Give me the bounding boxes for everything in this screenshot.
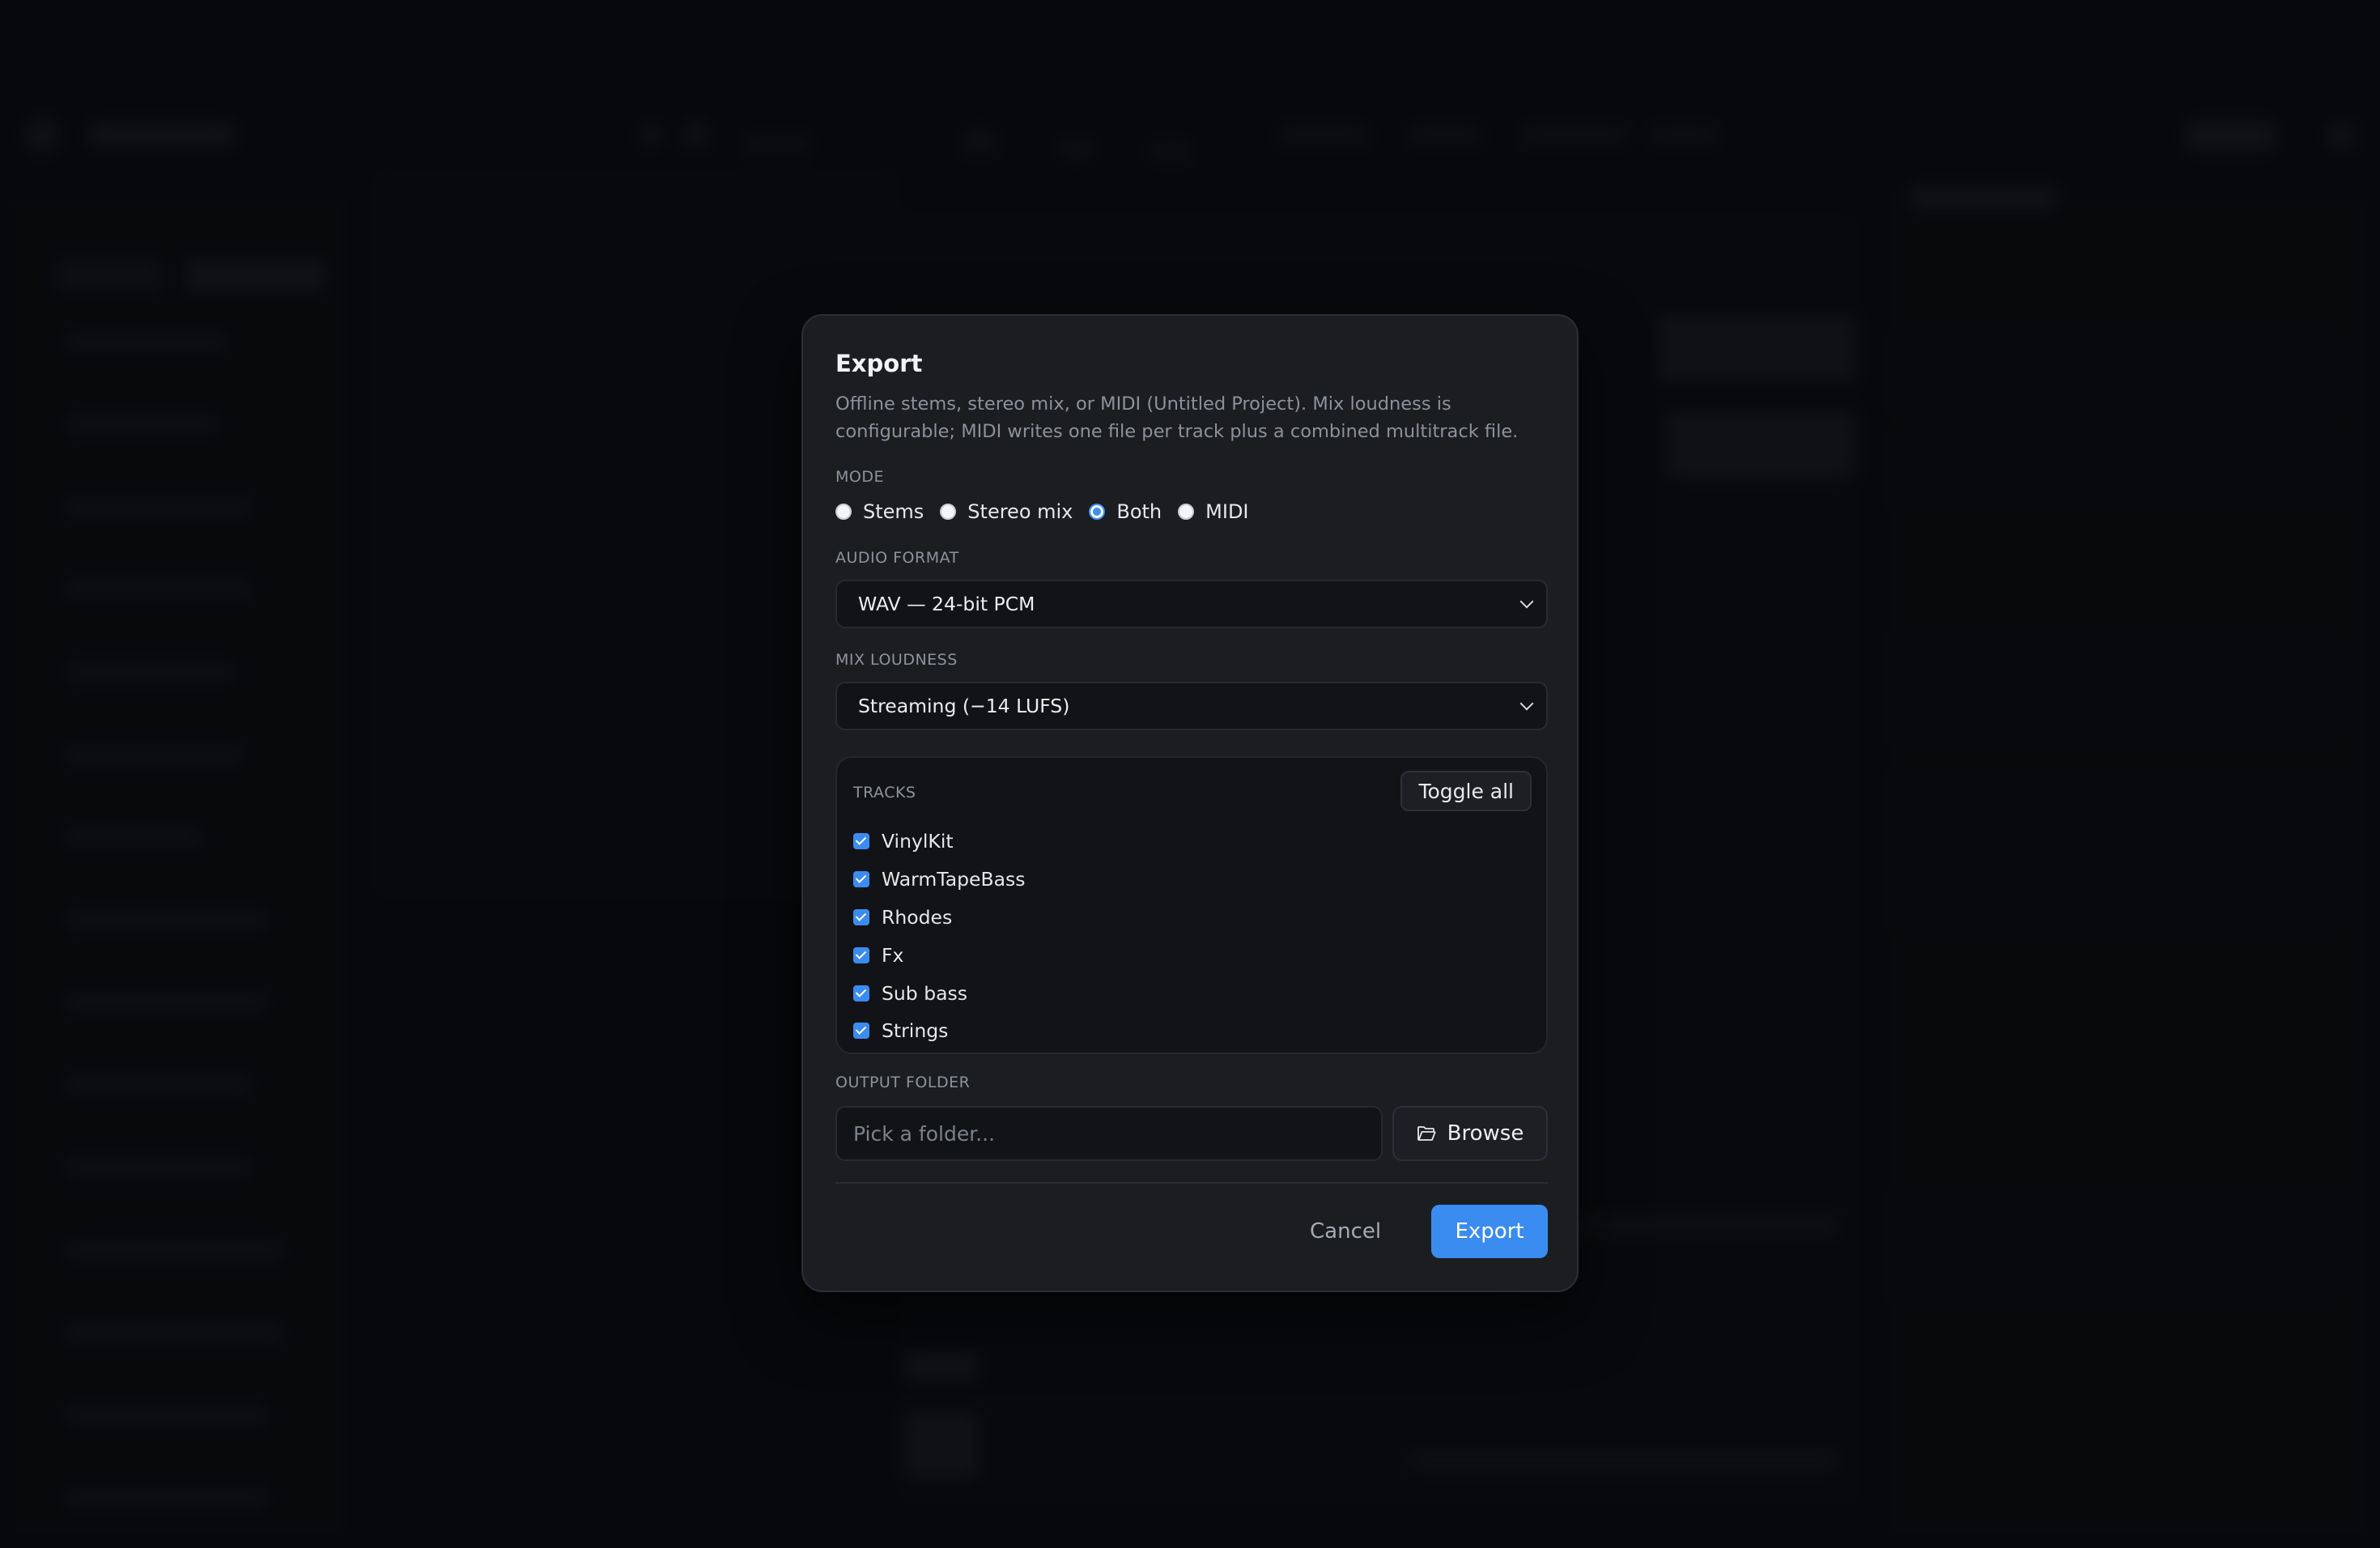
folder-open-icon	[1417, 1126, 1436, 1141]
browse-button[interactable]: Browse	[1392, 1106, 1548, 1161]
export-dialog: Export Offline stems, stereo mix, or MID…	[801, 314, 1579, 1292]
track-name: Rhodes	[882, 905, 953, 929]
audio-format-value: WAV — 24-bit PCM	[858, 593, 1035, 615]
track-name: VinylKit	[882, 830, 954, 853]
chevron-down-icon	[1519, 594, 1534, 609]
mix-loudness-select[interactable]: Streaming (−14 LUFS)	[835, 682, 1548, 730]
track-name: WarmTapeBass	[882, 868, 1026, 891]
track-name: Sub bass	[882, 981, 968, 1005]
track-list: VinylKit WarmTapeBass Rhodes Fx Sub bass…	[853, 823, 1026, 1050]
output-folder-input[interactable]	[835, 1106, 1383, 1161]
dialog-title: Export	[835, 350, 923, 377]
audio-format-label: AUDIO FORMAT	[835, 549, 959, 567]
track-checkbox[interactable]	[853, 833, 869, 850]
cancel-button[interactable]: Cancel	[1297, 1205, 1394, 1258]
audio-format-select[interactable]: WAV — 24-bit PCM	[835, 580, 1548, 628]
tracks-panel: TRACKS Toggle all VinylKit WarmTapeBass …	[835, 756, 1548, 1054]
track-checkbox[interactable]	[853, 908, 869, 925]
chevron-down-icon	[1519, 696, 1534, 711]
mode-midi-radio[interactable]	[1178, 504, 1195, 520]
output-folder-label: OUTPUT FOLDER	[835, 1074, 971, 1091]
track-checkbox[interactable]	[853, 946, 869, 963]
track-item-fx[interactable]: Fx	[853, 936, 1026, 974]
browse-label: Browse	[1447, 1121, 1524, 1146]
track-item-warmtapebass[interactable]: WarmTapeBass	[853, 861, 1026, 899]
mode-option-label: MIDI	[1205, 500, 1249, 523]
mode-option-label: Both	[1116, 500, 1162, 523]
mode-radio-group: Stems Stereo mix Both MIDI	[835, 495, 1265, 528]
mode-label: MODE	[835, 468, 884, 486]
dialog-description: Offline stems, stereo mix, or MIDI (Unti…	[835, 393, 1519, 442]
mode-option-label: Stems	[863, 500, 924, 523]
mode-both-radio[interactable]	[1089, 504, 1106, 520]
track-checkbox[interactable]	[853, 1023, 869, 1040]
mode-option-midi[interactable]: MIDI	[1178, 500, 1249, 523]
mode-option-label: Stereo mix	[967, 500, 1073, 523]
mode-option-both[interactable]: Both	[1089, 500, 1162, 523]
mode-stems-radio[interactable]	[835, 504, 852, 520]
track-item-vinylkit[interactable]: VinylKit	[853, 823, 1026, 861]
track-item-sub-bass[interactable]: Sub bass	[853, 974, 1026, 1012]
track-checkbox[interactable]	[853, 985, 869, 1002]
export-button[interactable]: Export	[1431, 1205, 1548, 1258]
track-item-strings[interactable]: Strings	[853, 1012, 1026, 1050]
tracks-label: TRACKS	[853, 784, 916, 802]
footer-divider	[835, 1182, 1548, 1184]
mix-loudness-value: Streaming (−14 LUFS)	[858, 695, 1070, 717]
mode-stereo-mix-radio[interactable]	[940, 504, 957, 520]
track-name: Fx	[882, 943, 904, 967]
track-name: Strings	[882, 1019, 949, 1043]
mix-loudness-label: MIX LOUDNESS	[835, 651, 958, 669]
mode-option-stems[interactable]: Stems	[835, 500, 924, 523]
toggle-all-button[interactable]: Toggle all	[1400, 771, 1532, 811]
mode-option-stereo-mix[interactable]: Stereo mix	[940, 500, 1073, 523]
track-checkbox[interactable]	[853, 871, 869, 888]
track-item-rhodes[interactable]: Rhodes	[853, 899, 1026, 937]
